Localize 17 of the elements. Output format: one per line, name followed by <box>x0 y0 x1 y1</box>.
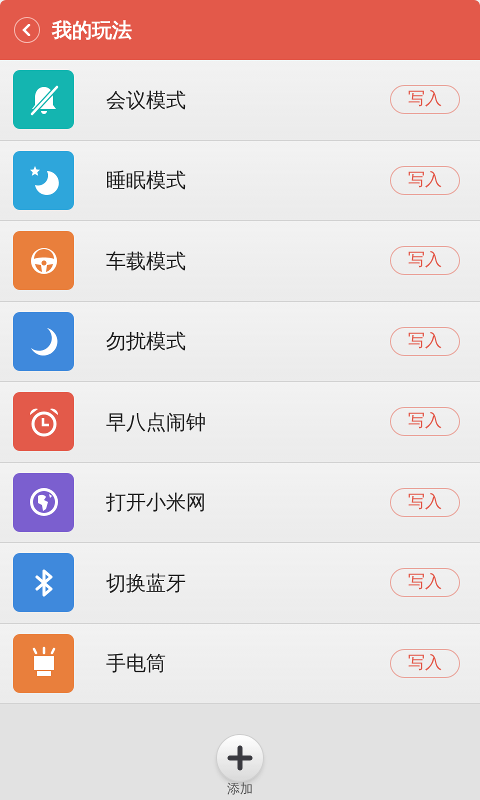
mode-name: 打开小米网 <box>106 489 207 516</box>
add-label: 添加 <box>227 782 253 798</box>
mode-name: 切换蓝牙 <box>106 570 187 597</box>
plus-icon <box>226 744 254 772</box>
list-item[interactable]: 勿扰模式 写入 <box>0 302 480 382</box>
mode-name: 早八点闹钟 <box>106 408 207 436</box>
list-item[interactable]: 手电筒 写入 <box>0 624 480 704</box>
mode-name: 睡眠模式 <box>106 167 187 194</box>
list-item[interactable]: 打开小米网 写入 <box>0 462 480 543</box>
add-button[interactable] <box>216 734 264 782</box>
mode-name: 会议模式 <box>106 86 187 114</box>
back-button[interactable] <box>14 17 40 43</box>
list-item[interactable]: 睡眠模式 写入 <box>0 140 480 221</box>
mode-name: 车载模式 <box>106 248 187 275</box>
page-title: 我的玩法 <box>52 17 132 44</box>
mode-name: 手电筒 <box>106 650 167 678</box>
mode-name: 勿扰模式 <box>106 328 187 356</box>
